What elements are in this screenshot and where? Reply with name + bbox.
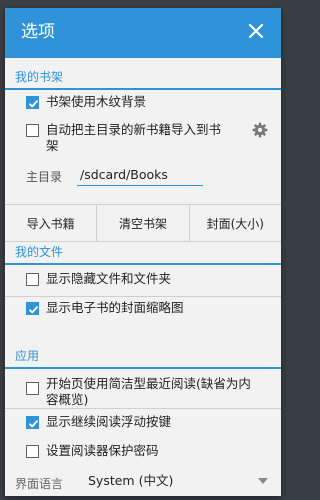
cover-size-button[interactable]: 封面(大小) [190,205,281,241]
option-floating-button[interactable]: 显示继续阅读浮动按键 [26,414,256,430]
language-value: System (中文) [88,473,174,488]
section-title-files: 我的文件 [15,245,64,259]
section-divider [5,367,281,369]
bookshelf-button-row: 导入书籍 清空书架 封面(大小) [5,204,281,242]
checkbox-unchecked[interactable] [26,445,39,458]
row-divider [5,408,281,409]
gear-icon[interactable] [252,122,268,138]
close-icon[interactable] [245,20,267,42]
dialog-titlebar: 选项 [5,8,281,58]
import-books-button[interactable]: 导入书籍 [5,205,98,241]
option-label: 显示隐藏文件和文件夹 [46,271,172,286]
row-divider [5,296,281,297]
option-label: 显示继续阅读浮动按键 [46,414,172,429]
clear-shelf-button[interactable]: 清空书架 [97,205,190,241]
checkbox-checked[interactable] [26,416,39,429]
option-label: 书架使用木纹背景 [46,94,147,109]
dialog-title: 选项 [21,22,55,42]
language-dropdown[interactable]: System (中文) [85,471,271,491]
option-cover-thumbnails[interactable]: 显示电子书的封面缩略图 [26,300,256,316]
section-divider [5,88,281,90]
section-title-bookshelf: 我的书架 [15,70,64,84]
checkbox-unchecked[interactable] [26,273,39,286]
checkbox-checked[interactable] [26,302,39,315]
section-title-app: 应用 [15,349,40,363]
option-auto-import[interactable]: 自动把主目录的新书籍导入到书架 [26,122,226,154]
option-label: 自动把主目录的新书籍导入到书架 [46,122,222,153]
language-label: 界面语言 [15,477,64,491]
home-dir-input[interactable] [77,164,203,186]
dropdown-arrow-icon [258,478,268,484]
checkbox-unchecked[interactable] [26,382,39,395]
option-label: 显示电子书的封面缩略图 [46,300,184,315]
option-label: 设置阅读器保护密码 [46,443,159,458]
checkbox-checked[interactable] [26,96,39,109]
option-label: 开始页使用简洁型最近阅读(缺省为内容概览) [46,376,251,407]
option-reader-password[interactable]: 设置阅读器保护密码 [26,443,256,459]
home-dir-label: 主目录 [26,170,63,184]
option-simple-recent[interactable]: 开始页使用简洁型最近阅读(缺省为内容概览) [26,376,256,408]
section-divider [5,263,281,265]
options-dialog: 选项 我的书架 书架使用木纹背景 自动把主目录的新书籍导入到书架 主目录 /sd… [5,8,281,496]
option-show-hidden[interactable]: 显示隐藏文件和文件夹 [26,271,256,287]
option-wood-background[interactable]: 书架使用木纹背景 [26,94,256,110]
checkbox-unchecked[interactable] [26,124,39,137]
